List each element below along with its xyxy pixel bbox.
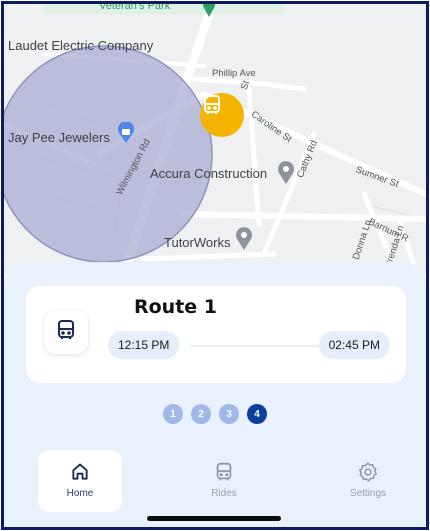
pager-dot-4[interactable]: 4 xyxy=(247,404,267,424)
nav-rides-label: Rides xyxy=(211,488,237,499)
start-time-pill: 12:15 PM xyxy=(108,331,180,359)
nav-home-label: Home xyxy=(66,488,94,499)
nav-settings-label: Settings xyxy=(349,488,387,499)
bottom-nav: Home Rides Settings xyxy=(4,450,426,512)
nav-home[interactable]: Home xyxy=(38,450,122,512)
map-label-jewelers: Jay Pee Jewelers xyxy=(8,130,110,145)
home-indicator[interactable] xyxy=(147,516,281,521)
route-bus-tile xyxy=(44,310,88,354)
map-label-electric: Laudet Electric Company xyxy=(8,38,154,53)
nav-settings[interactable]: Settings xyxy=(326,450,410,512)
bus-icon xyxy=(54,318,78,347)
pager-dot-3[interactable]: 3 xyxy=(219,404,239,424)
map-label-phillip: Phillip Ave xyxy=(212,68,256,79)
bus-icon xyxy=(213,460,235,484)
map-label-tutor: TutorWorks xyxy=(164,235,231,250)
bus-location-marker[interactable] xyxy=(200,93,244,137)
pager-dot-2[interactable]: 2 xyxy=(191,404,211,424)
route-card[interactable]: Route 1 12:15 PM 02:45 PM xyxy=(26,286,406,383)
pager-dot-1[interactable]: 1 xyxy=(163,404,183,424)
map-view[interactable]: Veteran's Park Laudet Electric Company P… xyxy=(4,4,426,274)
bottom-sheet: Route 1 12:15 PM 02:45 PM 1 2 3 4 Home R… xyxy=(4,262,426,527)
route-timeline xyxy=(190,345,330,347)
map-label-accura: Accura Construction xyxy=(150,166,268,181)
home-icon xyxy=(70,460,90,484)
nav-rides[interactable]: Rides xyxy=(182,450,266,512)
route-title: Route 1 xyxy=(134,296,218,318)
app-frame: Veteran's Park Laudet Electric Company P… xyxy=(1,1,429,530)
map-label-park: Veteran's Park xyxy=(99,4,171,12)
gear-icon xyxy=(357,460,379,484)
route-pager: 1 2 3 4 xyxy=(4,404,426,424)
end-time-pill: 02:45 PM xyxy=(318,331,390,359)
